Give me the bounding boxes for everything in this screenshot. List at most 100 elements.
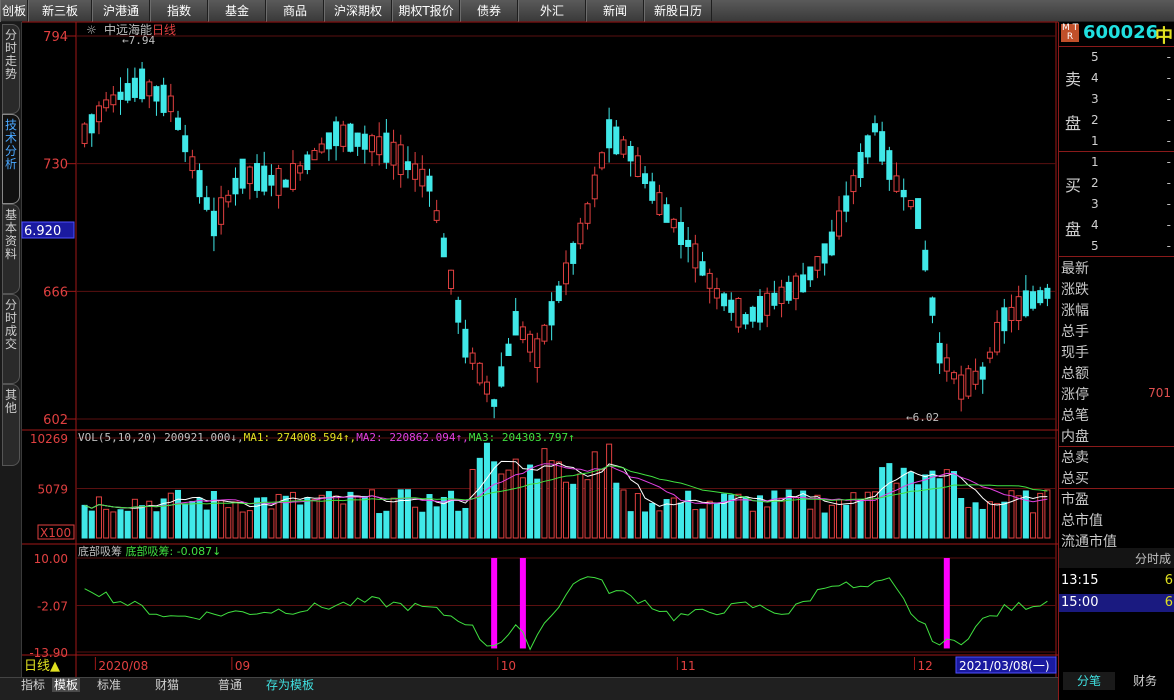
volume-bar: [649, 502, 656, 539]
volume-bar: [167, 492, 174, 539]
indicator-header-part: 底部吸筹: [78, 544, 126, 558]
candle-down: [254, 163, 261, 191]
volume-bar: [196, 497, 203, 539]
volume-bar: [663, 499, 670, 539]
candle-down: [210, 210, 217, 237]
volume-bar: [95, 496, 102, 539]
volume-bar: [1044, 489, 1051, 539]
volume-header-part: MA3:: [469, 431, 502, 444]
indicator-header-part: -0.087↓: [177, 545, 222, 558]
volume-bar: [627, 511, 634, 539]
level-dash: -: [1166, 176, 1171, 190]
quote-bottom-tab-0[interactable]: 分笔: [1063, 672, 1115, 690]
candle-up: [275, 168, 282, 196]
volume-bar: [972, 502, 979, 539]
volume-bar: [103, 508, 110, 539]
stat-label: 总笔: [1061, 408, 1089, 424]
tick-row[interactable]: 15:00 6: [1059, 594, 1174, 612]
candle-down: [979, 366, 986, 380]
mtr-icon[interactable]: M TR: [1061, 24, 1079, 42]
candle-down: [699, 261, 706, 276]
candle-down: [1030, 291, 1037, 309]
buy-level-number: 5: [1091, 239, 1099, 253]
candle-up: [483, 381, 490, 395]
volume-bar: [807, 508, 814, 539]
x-tick-label: 12: [917, 659, 932, 673]
volume-bar: [677, 502, 684, 539]
volume-bar: [117, 509, 124, 539]
x-tick-label: 09: [235, 659, 250, 673]
indicator-signal-bar: [519, 558, 526, 649]
price-tick-label: 602: [43, 413, 68, 428]
volume-bar: [922, 474, 929, 539]
volume-bar: [907, 471, 914, 539]
volume-bar: [685, 490, 692, 539]
candle-up: [469, 352, 476, 364]
indicator-header: 底部吸筹 底部吸筹: -0.087↓: [78, 544, 221, 558]
tick-value: 6: [1164, 573, 1173, 588]
candle-up: [397, 144, 404, 176]
volume-header-part: 220862.094↑,: [389, 431, 468, 444]
volume-bar: [404, 489, 411, 539]
level-dash: -: [1166, 218, 1171, 232]
candle-down: [1037, 290, 1044, 304]
volume-bar: [210, 491, 217, 539]
candle-down: [347, 123, 354, 152]
bottom-tab-2[interactable]: 标准: [92, 678, 126, 692]
candle-down: [929, 297, 936, 316]
volume-bar: [591, 451, 598, 539]
price-tick-label: 730: [43, 158, 68, 173]
candle-up: [1008, 306, 1015, 321]
volume-bar: [1015, 495, 1022, 539]
bottom-tab-5[interactable]: 存为模板: [262, 678, 318, 692]
stat-label: 现手: [1061, 345, 1089, 361]
candle-down: [548, 301, 555, 326]
candle-down: [800, 274, 807, 293]
volume-bar: [843, 504, 850, 539]
stat-label: 涨幅: [1061, 303, 1089, 319]
candle-up: [311, 149, 318, 161]
volume-bar: [634, 493, 641, 539]
candle-down: [922, 249, 929, 271]
candle-up: [368, 135, 376, 153]
volume-bar: [433, 506, 440, 539]
volume-bar: [131, 498, 138, 539]
candle-down: [361, 133, 368, 150]
stock-name-fragment: 中: [1155, 26, 1173, 47]
candle-down: [426, 175, 433, 192]
candle-down: [570, 242, 577, 264]
stat-label: 涨跌: [1061, 282, 1089, 298]
candle-up: [541, 324, 548, 342]
volume-bar: [965, 506, 972, 539]
bottom-tab-0[interactable]: 指标: [20, 678, 46, 692]
tick-row[interactable]: 13:15 6: [1059, 572, 1174, 590]
bottom-tab-4[interactable]: 普通: [210, 678, 250, 692]
volume-header-part: 204303.797↑: [502, 431, 575, 444]
candle-down: [649, 181, 656, 201]
candle-down: [124, 83, 131, 101]
bottom-tab-1[interactable]: 模板: [52, 678, 80, 692]
candle-up: [814, 256, 821, 271]
candle-down: [196, 170, 203, 198]
candle-up: [598, 152, 605, 169]
level-dash: -: [1166, 134, 1171, 148]
candle-down: [807, 266, 814, 281]
volume-bar: [584, 479, 591, 539]
volume-bar: [225, 507, 232, 539]
volume-bar: [749, 510, 756, 539]
stat-label: 内盘: [1061, 429, 1089, 445]
ticks-header: 分时成: [1134, 552, 1171, 566]
volume-bar: [153, 511, 160, 539]
volume-header-part: VOL(5,10,20): [78, 431, 164, 444]
quote-bottom-tab-1[interactable]: 财务: [1119, 672, 1171, 690]
candle-down: [282, 179, 289, 188]
candle-up: [778, 286, 785, 304]
volume-bar: [893, 482, 900, 539]
price-chart[interactable]: 7947306666026.920☼ 中远海能 日线←7.94←6.02102695…: [0, 0, 1058, 677]
bottom-tab-3[interactable]: 财猫: [150, 678, 184, 692]
stat-label: 总额: [1061, 366, 1089, 382]
tick-value: 6: [1164, 595, 1173, 610]
price-tick-label: 666: [43, 285, 68, 300]
stat-label: 总市值: [1061, 513, 1103, 529]
volume-bar: [203, 509, 210, 539]
